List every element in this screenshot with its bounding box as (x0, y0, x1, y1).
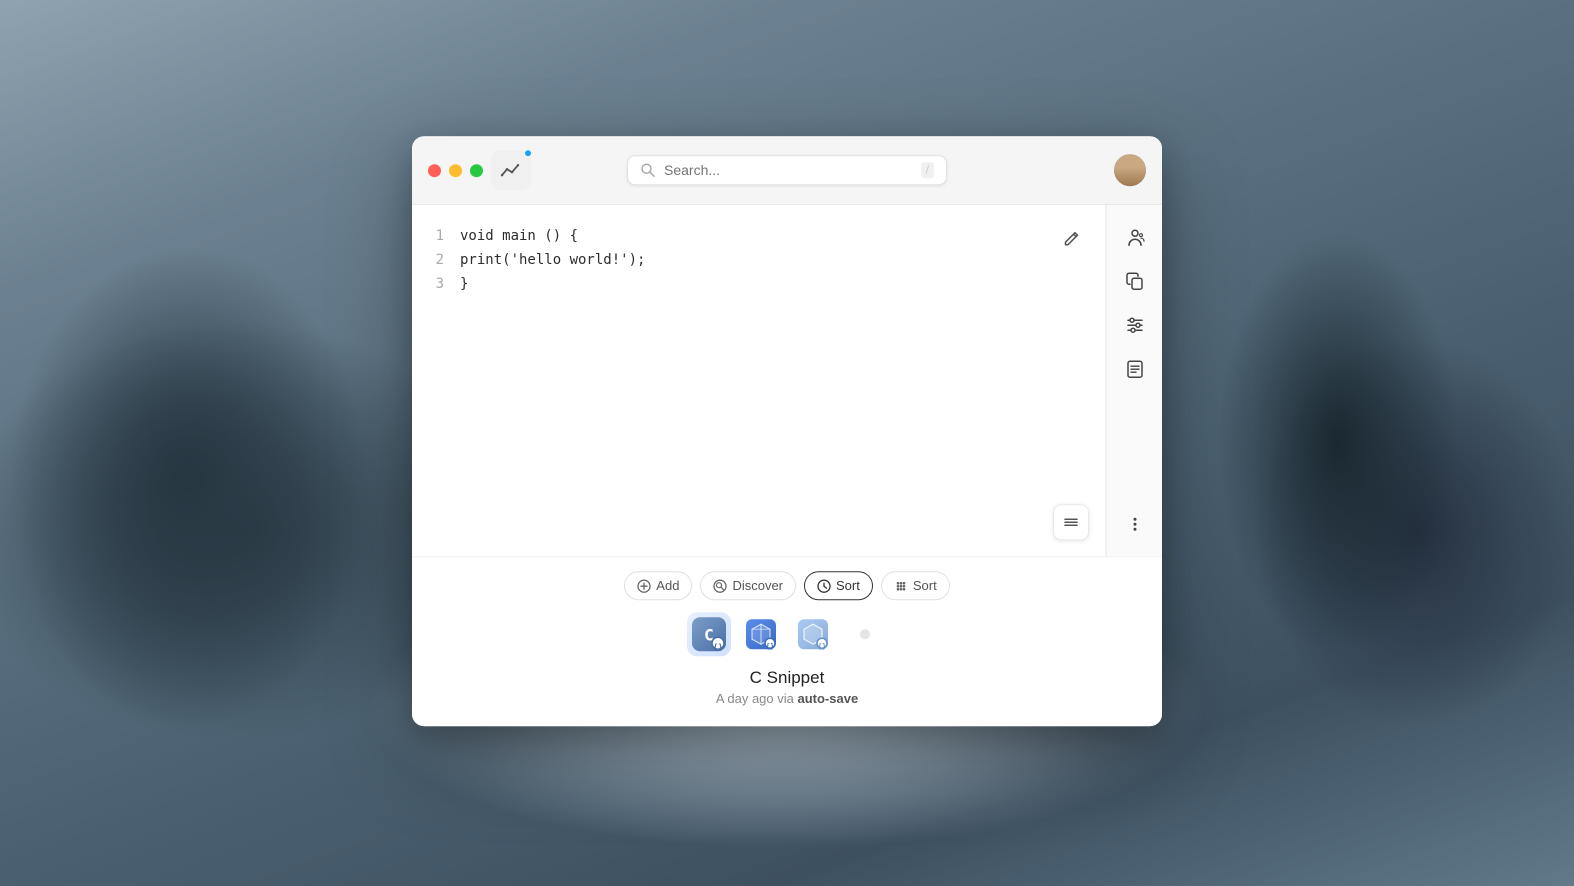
traffic-lights (428, 164, 483, 177)
copy-icon (1125, 271, 1145, 291)
c-language-icon: C {} (690, 615, 728, 653)
snippet-item-3[interactable]: {} (791, 612, 835, 656)
search-circle-icon (713, 579, 727, 593)
clock-icon (817, 579, 831, 593)
close-button[interactable] (428, 164, 441, 177)
line-content: print('hello world!'); (460, 249, 645, 273)
add-button[interactable]: Add (624, 571, 692, 600)
line-number: 1 (428, 225, 444, 249)
snippet-item-4[interactable] (843, 612, 887, 656)
edit-button[interactable] (1053, 221, 1089, 257)
maximize-button[interactable] (470, 164, 483, 177)
sort-grid-label: Sort (913, 578, 937, 593)
discover-button[interactable]: Discover (700, 571, 796, 600)
minimize-button[interactable] (449, 164, 462, 177)
trending-icon (500, 159, 522, 181)
search-bar: / (627, 155, 947, 185)
menu-button[interactable] (1053, 504, 1089, 540)
line-number: 2 (428, 249, 444, 273)
sidebar (1106, 205, 1162, 556)
toolbar-buttons: Add Discover Sort (624, 571, 949, 600)
sort-clock-label: Sort (836, 578, 860, 593)
notes-icon (1125, 359, 1145, 379)
notification-dot (523, 148, 533, 158)
avatar-face (1114, 154, 1146, 186)
snippet-title: C Snippet (716, 668, 858, 688)
line-content: } (460, 273, 468, 297)
code-line-3: 3 } (428, 273, 1089, 297)
avatar[interactable] (1114, 154, 1146, 186)
app-icon-button[interactable] (491, 150, 531, 190)
sidebar-connections-button[interactable] (1115, 217, 1155, 257)
more-icon (1125, 514, 1145, 534)
snippet-item-c[interactable]: C {} (687, 612, 731, 656)
main-content: 1 void main () { 2 print('hello world!')… (412, 205, 1162, 556)
sidebar-settings-button[interactable] (1115, 305, 1155, 345)
code-line-2: 2 print('hello world!'); (428, 249, 1089, 273)
app-window: / 1 void main () { 2 print('hello world!… (412, 136, 1162, 726)
snippet-info: C Snippet A day ago via auto-save (716, 668, 858, 706)
sort-grid-button[interactable]: Sort (881, 571, 950, 600)
svg-text:{}: {} (818, 643, 826, 651)
snippet-item-2[interactable]: {} (739, 612, 783, 656)
line-number: 3 (428, 273, 444, 297)
code-editor[interactable]: 1 void main () { 2 print('hello world!')… (412, 205, 1106, 556)
add-label: Add (656, 578, 679, 593)
discover-label: Discover (732, 578, 783, 593)
snippet-subtitle: A day ago via auto-save (716, 691, 858, 706)
hamburger-icon (1062, 513, 1080, 531)
cube-blue-icon: {} (742, 615, 780, 653)
search-shortcut: / (921, 162, 934, 178)
snippet-subtitle-prefix: A day ago via (716, 691, 798, 706)
snippet-subtitle-source: auto-save (797, 691, 858, 706)
svg-text:{}: {} (766, 643, 774, 651)
svg-text:{}: {} (713, 643, 723, 652)
titlebar: / (412, 136, 1162, 205)
grid-dots-icon (894, 579, 908, 593)
sort-clock-button[interactable]: Sort (804, 571, 873, 600)
carousel-dot-icon (859, 628, 871, 640)
person-connections-icon (1125, 227, 1145, 247)
pencil-icon (1062, 230, 1080, 248)
snippet-carousel: C {} (687, 612, 887, 656)
search-icon (640, 162, 656, 178)
search-input[interactable] (664, 162, 913, 178)
plus-circle-icon (637, 579, 651, 593)
sidebar-more-button[interactable] (1115, 504, 1155, 544)
sidebar-notes-button[interactable] (1115, 349, 1155, 389)
sidebar-copy-button[interactable] (1115, 261, 1155, 301)
cube-light-icon: {} (794, 615, 832, 653)
code-line-1: 1 void main () { (428, 225, 1089, 249)
bottom-section: Add Discover Sort (412, 556, 1162, 726)
line-content: void main () { (460, 225, 578, 249)
sliders-icon (1125, 315, 1145, 335)
